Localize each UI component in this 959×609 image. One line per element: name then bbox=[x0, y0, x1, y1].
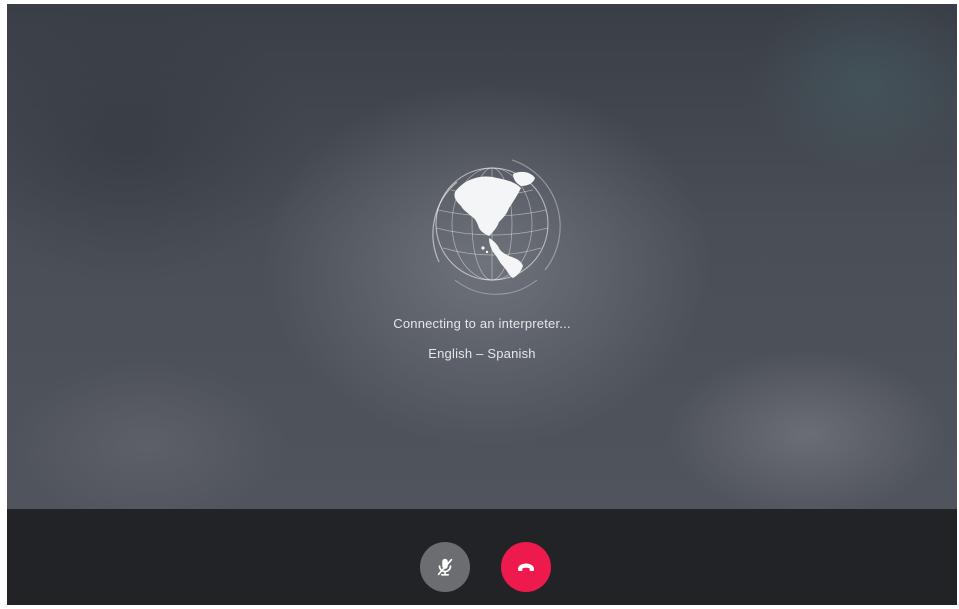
phone-hangup-icon bbox=[518, 563, 534, 571]
language-pair-text: English – Spanish bbox=[428, 346, 536, 361]
video-stage: Connecting to an interpreter... English … bbox=[7, 4, 957, 509]
globe-icon bbox=[417, 152, 567, 302]
hangup-button[interactable] bbox=[501, 542, 551, 592]
mute-button[interactable] bbox=[420, 542, 470, 592]
call-window: Connecting to an interpreter... English … bbox=[7, 4, 957, 605]
microphone-off-icon bbox=[437, 558, 453, 576]
connection-status-text: Connecting to an interpreter... bbox=[393, 316, 571, 331]
call-control-bar bbox=[7, 509, 957, 605]
